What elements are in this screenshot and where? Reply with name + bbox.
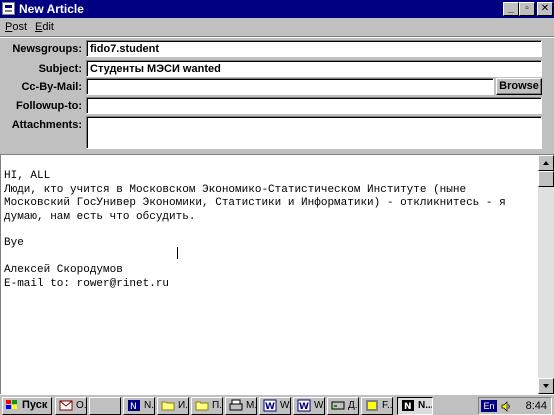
taskbar-button-mail[interactable]: О... [55,397,87,415]
taskbar-button-printer[interactable]: M... [225,397,257,415]
followup-to-label: Followup-to: [16,100,82,112]
folder-icon [161,401,175,411]
taskbar-button-label: П... [212,400,222,411]
taskbar-button-word-1[interactable]: W W... [259,397,291,415]
svg-text:W: W [265,402,275,412]
taskbar-button-news-active[interactable]: N N... [397,397,433,415]
menu-bar: Post Edit [0,18,554,36]
newsgroups-label: Newsgroups: [12,43,82,55]
followup-to-field[interactable] [86,97,542,114]
message-body-editor[interactable]: HI, ALL Люди, кто учится в Московском Эко… [0,154,554,394]
taskbar-button-label: N... [418,400,433,411]
taskbar-button-blank[interactable] [89,397,121,415]
system-tray: En 8:44 [478,397,552,415]
body-line: Алексей Скородумов [4,264,123,277]
taskbar-button-label: И... [178,400,188,411]
newsgroups-field[interactable]: fido7.student [86,40,542,57]
word-icon: W [297,399,311,412]
scroll-down-button[interactable] [538,378,554,394]
menu-divider-highlight [0,37,554,38]
taskbar-button-folder-2[interactable]: П... [191,397,223,415]
svg-text:N: N [130,402,137,412]
windows-flag-icon [6,400,18,411]
restore-icon: ▫ [525,3,529,14]
subject-field[interactable]: Студенты МЭСИ wanted [86,60,542,77]
taskbar-button-word-2[interactable]: W W... [293,397,325,415]
subject-label: Subject: [38,63,82,75]
body-line: думаю, нам есть что обсудить. [4,210,196,223]
body-line: Люди, кто учится в Московском Экономико-… [4,183,467,196]
close-button[interactable]: ✕ [537,2,553,16]
taskbar-button-label: F... [382,400,393,411]
taskbar-button-label: Д... [348,400,358,411]
word-icon: W [263,399,277,412]
clock[interactable]: 8:44 [526,399,547,414]
attachments-field[interactable] [86,116,542,149]
folder-icon [195,401,209,411]
vertical-scrollbar[interactable] [538,155,554,394]
maximize-button[interactable]: ▫ [519,2,535,16]
close-icon: ✕ [540,3,550,14]
cc-by-mail-label: Cc-By-Mail: [21,81,82,93]
mail-icon [59,400,73,411]
body-line [4,224,534,237]
menu-edit-label: dit [42,21,54,33]
taskbar-button-label: N... [144,400,154,411]
taskbar-button-label: W... [314,400,325,411]
svg-text:W: W [299,402,309,412]
message-body-text[interactable]: HI, ALL Люди, кто учится в Московском Эко… [4,157,534,318]
scroll-thumb[interactable] [538,171,554,187]
taskbar-button-label: О... [76,400,87,411]
taskbar-button-label: M... [246,400,257,411]
body-line: Bye [4,237,24,250]
netscape-icon: N [128,400,140,412]
body-line: E-mail to: rower@rinet.ru [4,277,170,290]
minimize-icon: _ [508,3,514,14]
attachments-label: Attachments: [11,119,82,131]
minimize-button[interactable]: _ [503,2,519,16]
taskbar-button-disk[interactable]: Д... [327,397,359,415]
menu-edit[interactable]: Edit [35,20,54,34]
browse-button[interactable]: Browse [496,78,542,95]
body-line: HI, ALL [4,170,51,183]
text-caret [177,247,178,259]
printer-icon [229,399,243,411]
scroll-up-button[interactable] [538,155,554,171]
disk-icon [331,401,345,410]
speaker-icon[interactable] [501,401,511,412]
window-title: New Article [19,2,84,16]
body-line: Московский ГосУнивер Экономики, Статисти… [4,197,506,210]
taskbar-button-ftp[interactable]: F... [361,397,393,415]
taskbar-button-folder-1[interactable]: И... [157,397,189,415]
news-icon: N [402,400,414,412]
language-indicator[interactable]: En [481,400,497,412]
svg-text:N: N [404,402,412,412]
ftp-icon [366,400,378,411]
taskbar-button-label: W... [280,400,291,411]
menu-post[interactable]: Post [5,20,27,34]
arrow-up-icon [543,161,549,165]
start-label: Пуск [22,399,48,411]
taskbar-button-netscape[interactable]: N N... [123,397,155,415]
arrow-down-icon [543,384,549,388]
taskbar: Пуск О... N N... И... П... M... W W... W… [0,394,554,415]
cc-by-mail-field[interactable] [86,78,494,95]
menu-post-label: ost [12,21,28,33]
body-line [4,251,534,264]
title-bar[interactable]: New Article _ ▫ ✕ [0,0,554,18]
app-icon[interactable] [2,2,15,15]
start-button[interactable]: Пуск [2,397,52,415]
